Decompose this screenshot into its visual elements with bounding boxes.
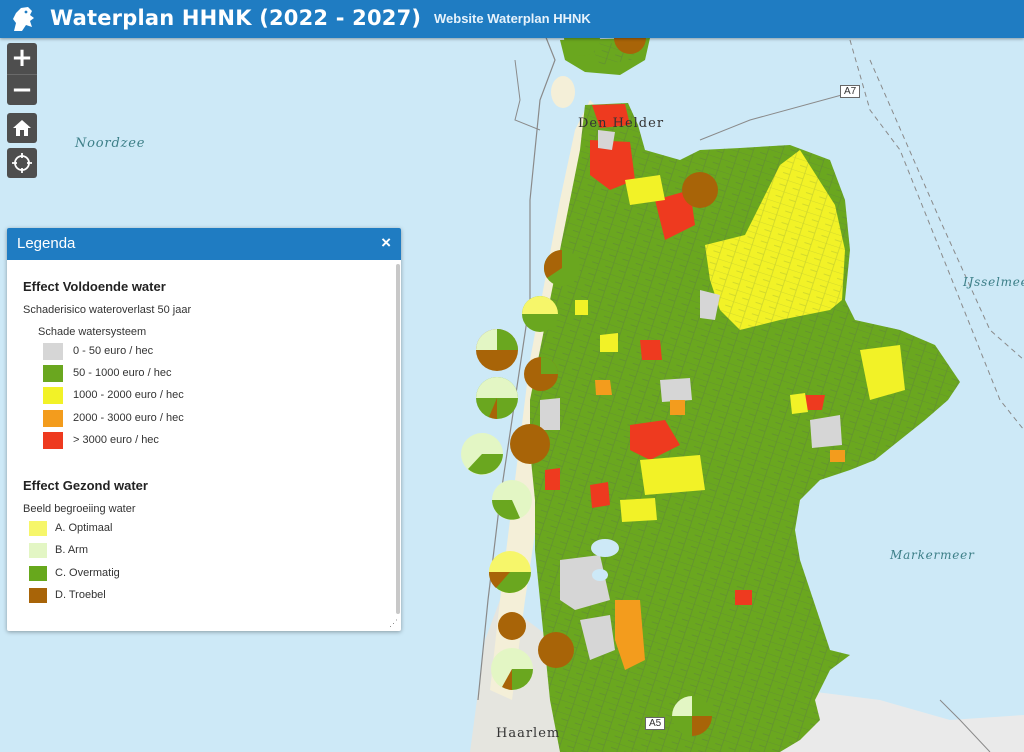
legend-section-title: Effect Voldoende water <box>23 279 166 294</box>
close-icon[interactable]: × <box>381 233 391 253</box>
crosshair-icon <box>12 153 32 173</box>
legend-item: D. Troebel <box>29 586 106 604</box>
legend-body: Effect Voldoende water Schaderisico wate… <box>7 260 401 631</box>
legend-item: 50 - 1000 euro / hec <box>43 364 171 382</box>
legend-item: 1000 - 2000 euro / hec <box>43 386 184 404</box>
legend-swatch <box>43 386 63 404</box>
pie-marker <box>682 172 718 208</box>
pie-marker <box>538 632 574 668</box>
pie-marker <box>476 329 518 371</box>
label-noordzee: Noordzee <box>75 136 146 151</box>
legend-header: Legenda × <box>7 228 401 260</box>
pie-marker <box>491 648 533 690</box>
label-ijsselmeer: IJsselmeer <box>963 275 1024 289</box>
legend-swatch <box>43 342 63 360</box>
label-markermeer: Markermeer <box>890 548 975 562</box>
legend-item-label: 50 - 1000 euro / hec <box>73 367 172 379</box>
zoom-control: + − <box>7 43 37 105</box>
legend-item-label: 0 - 50 euro / hec <box>73 345 154 357</box>
pie-marker <box>522 296 558 332</box>
pie-marker <box>672 696 712 736</box>
pie-marker <box>510 424 550 464</box>
pie-marker <box>476 377 518 419</box>
pie-marker <box>524 357 558 391</box>
lion-logo-icon <box>13 7 34 31</box>
legend-item: A. Optimaal <box>29 519 112 537</box>
legend-item: > 3000 euro / hec <box>43 431 159 449</box>
label-city-haarlem: Haarlem <box>496 726 561 741</box>
pie-marker <box>498 612 526 640</box>
legend-swatch <box>43 364 63 382</box>
legend-item-label: A. Optimaal <box>55 522 113 534</box>
legend-swatch <box>29 587 47 603</box>
legend-section-subtitle: Beeld begroeiing water <box>23 503 136 515</box>
label-road-a5: A5 <box>645 717 666 730</box>
legend-swatch <box>29 565 47 581</box>
pie-marker <box>461 433 503 475</box>
legend-swatch <box>29 542 47 558</box>
legend-item: B. Arm <box>29 541 88 559</box>
legend-item-label: D. Troebel <box>55 589 106 601</box>
legend-swatch <box>43 409 63 427</box>
app-title: Waterplan HHNK (2022 - 2027) <box>50 6 422 30</box>
legend-panel: Legenda × Effect Voldoende water Schader… <box>7 228 401 631</box>
label-road-a7: A7 <box>840 85 861 98</box>
legend-group-label: Schade watersysteem <box>38 326 147 338</box>
legend-swatch <box>43 431 63 449</box>
legend-scrollbar[interactable] <box>396 264 400 614</box>
legend-item-label: C. Overmatig <box>55 567 120 579</box>
pie-marker <box>492 480 532 520</box>
zoom-out-button[interactable]: − <box>7 73 37 106</box>
small-island <box>551 76 575 108</box>
legend-item: 2000 - 3000 euro / hec <box>43 409 184 427</box>
pie-marker <box>488 551 531 593</box>
legend-item-label: 2000 - 3000 euro / hec <box>73 412 184 424</box>
website-link[interactable]: Website Waterplan HHNK <box>434 11 591 26</box>
legend-section-subtitle: Schaderisico wateroverlast 50 jaar <box>23 304 192 316</box>
legend-item: 0 - 50 euro / hec <box>43 342 153 360</box>
legend-item-label: B. Arm <box>55 544 89 556</box>
label-city-denhelder: Den Helder <box>578 116 665 131</box>
resize-grip-icon[interactable]: ⋰ <box>389 618 398 629</box>
pie-marker <box>543 249 580 286</box>
legend-section-title: Effect Gezond water <box>23 478 148 493</box>
zoom-in-button[interactable]: + <box>7 43 37 74</box>
legend-swatch <box>29 520 47 536</box>
legend-item-label: > 3000 euro / hec <box>73 434 159 446</box>
locate-button[interactable] <box>7 148 37 178</box>
home-button[interactable] <box>7 113 37 143</box>
legend-item: C. Overmatig <box>29 564 120 582</box>
legend-title: Legenda <box>17 235 76 252</box>
home-icon <box>13 120 31 136</box>
app-header: Waterplan HHNK (2022 - 2027) Website Wat… <box>0 0 1024 38</box>
legend-item-label: 1000 - 2000 euro / hec <box>73 389 184 401</box>
